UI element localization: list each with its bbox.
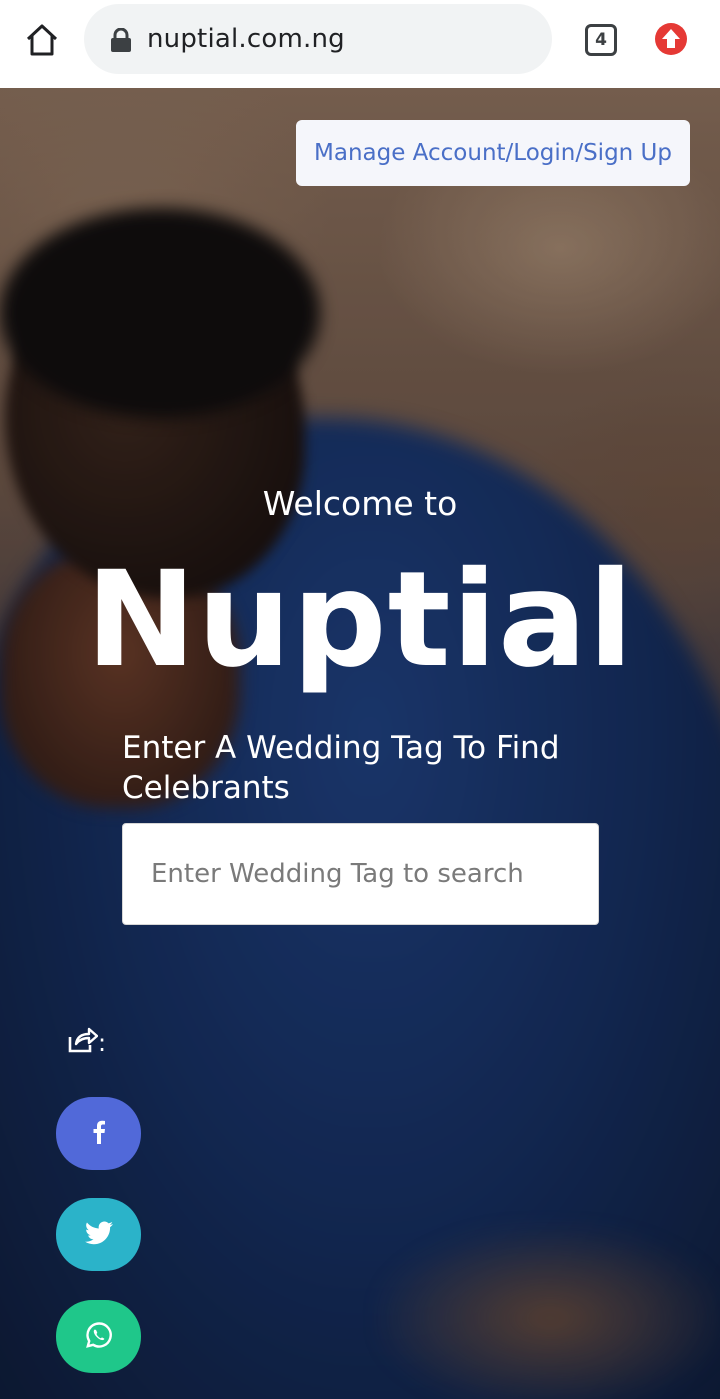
- url-text: nuptial.com.ng: [147, 24, 345, 54]
- whatsapp-icon: [85, 1321, 112, 1352]
- hero-section: Manage Account/Login/Sign Up Welcome to …: [0, 88, 720, 1399]
- share-colon: :: [98, 1029, 107, 1057]
- browser-toolbar: nuptial.com.ng 4: [0, 0, 720, 88]
- whatsapp-share-button[interactable]: [56, 1300, 141, 1373]
- manage-account-button[interactable]: Manage Account/Login/Sign Up: [296, 120, 690, 186]
- wedding-tag-search-input[interactable]: [122, 823, 599, 925]
- search-prompt: Enter A Wedding Tag To Find Celebrants: [122, 730, 560, 806]
- facebook-icon: [92, 1120, 106, 1148]
- lock-icon: [110, 27, 132, 52]
- address-bar[interactable]: nuptial.com.ng: [84, 4, 552, 74]
- welcome-text: Welcome to: [262, 484, 458, 523]
- facebook-share-button[interactable]: [56, 1097, 141, 1170]
- tab-switcher-button[interactable]: 4: [585, 24, 617, 56]
- twitter-icon: [84, 1220, 113, 1249]
- update-arrow-icon[interactable]: [654, 22, 688, 56]
- home-icon[interactable]: [22, 20, 62, 60]
- brand-title: Nuptial: [85, 543, 635, 697]
- twitter-share-button[interactable]: [56, 1198, 141, 1271]
- share-label: :: [68, 1027, 108, 1059]
- share-icon: [68, 1027, 99, 1059]
